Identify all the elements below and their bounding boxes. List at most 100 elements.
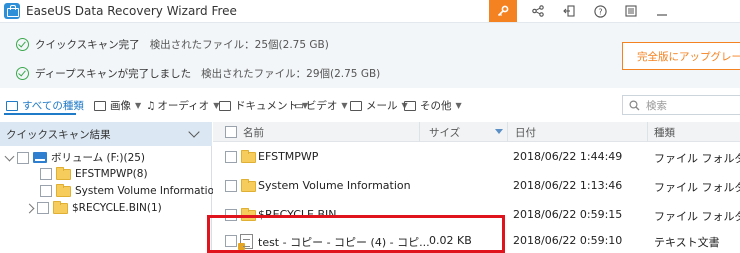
text-file-icon	[238, 234, 253, 250]
row-checkbox[interactable]	[225, 180, 237, 192]
folder-icon	[404, 100, 416, 111]
column-header-date[interactable]: 日付	[515, 125, 536, 140]
tree-header-label: クイックスキャン結果	[6, 128, 111, 141]
file-name: System Volume Information	[258, 179, 411, 192]
select-all-checkbox[interactable]	[225, 126, 237, 138]
file-list: 名前 サイズ 日付 種類 EFSTMPWP 2018/06/22 1:44:49…	[213, 122, 740, 253]
search-icon	[629, 99, 640, 110]
file-date: 2018/06/22 0:59:15	[513, 208, 623, 221]
column-header-name[interactable]: 名前	[243, 125, 264, 140]
scan-results-tree: クイックスキャン結果 ボリューム (F:)(25) EFSTMPWP(8) Sy…	[0, 122, 236, 253]
deep-scan-count: 検出されたファイル：29個(2.75 GB)	[201, 68, 381, 80]
chevron-down-icon: ▼	[135, 101, 142, 110]
tree-item-system-volume-information[interactable]: System Volume Information(1)	[40, 183, 236, 197]
key-icon[interactable]	[489, 0, 517, 22]
column-divider[interactable]	[419, 122, 420, 142]
file-type: ファイル フォルダー	[654, 210, 740, 223]
check-circle-icon	[16, 38, 29, 51]
document-icon	[219, 100, 231, 111]
filter-image-label: 画像	[110, 100, 131, 112]
filter-mail-label: メール	[366, 100, 398, 112]
search-placeholder: 検索	[646, 99, 667, 112]
filter-video-label: ビデオ	[305, 100, 338, 112]
file-size: 0.02 KB	[429, 234, 472, 247]
expand-arrow-icon[interactable]	[24, 203, 35, 213]
folder-icon	[56, 183, 71, 197]
filter-audio[interactable]: ♫ オーディオ ▼	[146, 98, 219, 113]
row-checkbox[interactable]	[225, 235, 237, 247]
svg-text:?: ?	[598, 7, 602, 16]
upgrade-button[interactable]: 完全版にアップグレード	[622, 42, 740, 70]
quick-scan-count: 検出されたファイル：25個(2.75 GB)	[149, 39, 329, 51]
filter-audio-label: オーディオ	[157, 100, 210, 112]
chevron-down-icon[interactable]	[188, 126, 200, 138]
minimize-icon[interactable]	[648, 0, 676, 22]
file-date: 2018/06/22 1:13:46	[513, 179, 623, 192]
active-filter-indicator	[4, 113, 76, 115]
tree-item-label: $RECYCLE.BIN(1)	[72, 202, 162, 214]
volume-label: ボリューム (F:)(25)	[51, 152, 146, 164]
chevron-down-icon: ▼	[455, 101, 462, 110]
file-type: ファイル フォルダー	[654, 181, 740, 194]
folder-icon	[53, 200, 68, 214]
deep-scan-title: ディープスキャンが完了しました	[35, 68, 192, 80]
deep-scan-status: ディープスキャンが完了しました 検出されたファイル：29個(2.75 GB)	[16, 66, 380, 81]
folder-icon	[56, 166, 71, 180]
filter-all-label: すべての種類	[22, 100, 84, 112]
lock-icon	[238, 243, 245, 250]
quick-scan-title: クイックスキャン完了	[35, 39, 140, 51]
file-type: ファイル フォルダー	[654, 152, 740, 165]
column-divider[interactable]	[647, 122, 648, 142]
table-row[interactable]: $RECYCLE.BIN 2018/06/22 0:59:15 ファイル フォル…	[213, 200, 740, 229]
scan-status-panel: クイックスキャン完了 検出されたファイル：25個(2.75 GB) ディープスキ…	[0, 22, 740, 88]
filter-all-types[interactable]: すべての種類	[6, 98, 84, 113]
table-row[interactable]: test - コピー - コピー (4) - コピ... 0.02 KB 201…	[213, 226, 740, 253]
drive-icon	[33, 152, 47, 163]
share-icon[interactable]	[524, 0, 552, 22]
tree-item-checkbox[interactable]	[37, 202, 49, 214]
tree-item-label: EFSTMPWP(8)	[75, 168, 148, 180]
file-date: 2018/06/22 0:59:10	[513, 234, 623, 247]
folder-icon	[241, 179, 256, 192]
filter-other[interactable]: その他 ▼	[404, 98, 462, 113]
row-checkbox[interactable]	[225, 151, 237, 163]
file-list-header: 名前 サイズ 日付 種類	[213, 122, 740, 142]
menu-icon[interactable]	[617, 0, 645, 22]
column-header-size[interactable]: サイズ	[429, 125, 460, 140]
tree-item-checkbox[interactable]	[40, 168, 52, 180]
filter-mail[interactable]: メール ▼	[350, 98, 408, 113]
filter-toolbar: すべての種類 画像 ▼ ♫ オーディオ ▼ ドキュメント ▼ ▭ ビデオ ▼ メ…	[0, 92, 740, 118]
column-divider[interactable]	[507, 122, 508, 142]
tree-item-efstmpwp[interactable]: EFSTMPWP(8)	[40, 166, 148, 180]
expand-arrow-icon[interactable]	[4, 151, 15, 161]
title-bar: EaseUS Data Recovery Wizard Free ?	[0, 0, 740, 22]
tree-item-volume[interactable]: ボリューム (F:)(25)	[4, 150, 146, 165]
image-icon	[94, 100, 106, 111]
table-row[interactable]: EFSTMPWP 2018/06/22 1:44:49 ファイル フォルダー	[213, 142, 740, 171]
sort-descending-icon	[495, 129, 503, 134]
filter-other-label: その他	[420, 100, 452, 112]
filter-document-label: ドキュメント	[235, 100, 298, 112]
file-name: test - コピー - コピー (4) - コピ...	[258, 236, 430, 249]
mail-icon	[350, 100, 362, 111]
row-checkbox[interactable]	[225, 209, 237, 221]
check-circle-icon	[16, 67, 29, 80]
search-input[interactable]: 検索	[622, 95, 740, 115]
exit-icon[interactable]	[555, 0, 583, 22]
column-header-type[interactable]: 種類	[654, 125, 675, 140]
tree-item-recycle-bin[interactable]: $RECYCLE.BIN(1)	[24, 200, 162, 214]
file-name: EFSTMPWP	[258, 150, 319, 163]
chevron-down-icon: ▼	[341, 101, 348, 110]
app-title: EaseUS Data Recovery Wizard Free	[26, 4, 237, 18]
table-row[interactable]: System Volume Information 2018/06/22 1:1…	[213, 171, 740, 200]
tree-header[interactable]: クイックスキャン結果	[0, 122, 212, 146]
help-icon[interactable]: ?	[586, 0, 614, 22]
filter-image[interactable]: 画像 ▼	[94, 98, 141, 113]
volume-checkbox[interactable]	[17, 151, 29, 164]
tree-item-checkbox[interactable]	[40, 185, 52, 197]
monitor-icon	[6, 100, 18, 111]
app-logo-icon	[4, 3, 20, 19]
file-type: テキスト文書	[654, 236, 720, 249]
music-note-icon: ♫	[146, 99, 156, 112]
filter-video[interactable]: ▭ ビデオ ▼	[294, 98, 348, 113]
